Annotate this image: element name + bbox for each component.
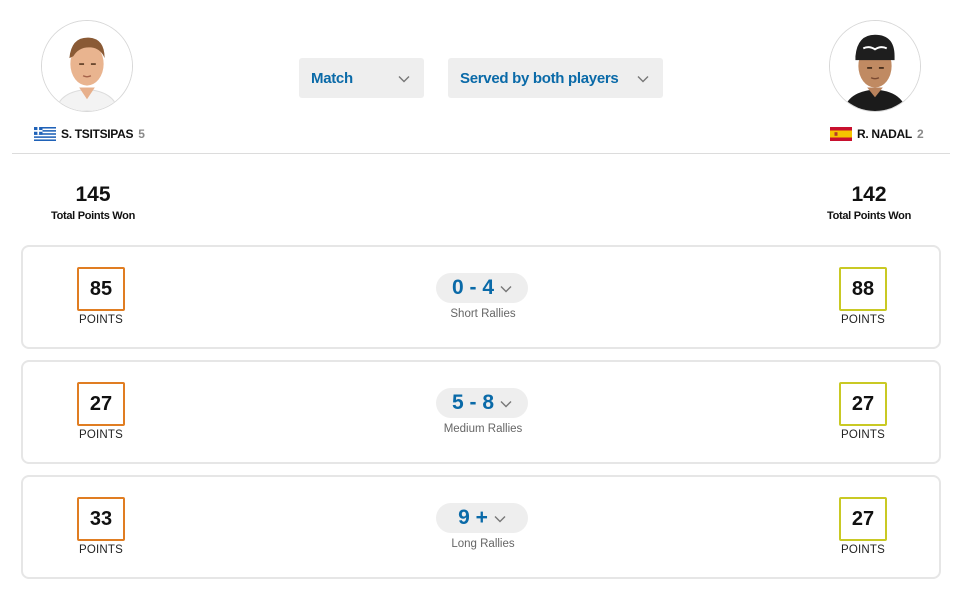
points-caption: POINTS (78, 429, 123, 441)
player-name-left: S. TSITSIPAS (61, 127, 134, 141)
chevron-down-icon (500, 400, 512, 408)
rally-points-right: 27 POINTS (828, 497, 898, 556)
player-seed-left: 5 (138, 127, 145, 141)
chevron-down-icon (494, 515, 506, 523)
rally-range-label: 9 + (458, 506, 488, 529)
points-caption: POINTS (78, 314, 123, 326)
rally-category-name: Short Rallies (450, 308, 516, 320)
rally-category-name: Long Rallies (451, 538, 515, 550)
server-filter-label: Served by both players (460, 69, 619, 87)
player-label-right: R. NADAL 2 (830, 126, 924, 142)
player-name-right: R. NADAL (857, 127, 912, 141)
rally-range-label: 5 - 8 (451, 391, 495, 414)
points-caption: POINTS (840, 429, 885, 441)
header-divider (12, 153, 950, 154)
points-box-right: 27 (839, 497, 887, 541)
player-seed-right: 2 (916, 127, 924, 141)
server-filter-dropdown[interactable]: Served by both players (448, 58, 663, 98)
rally-range-label: 0 - 4 (451, 276, 495, 299)
rally-range-dropdown[interactable]: 0 - 4 (436, 273, 528, 303)
greece-flag-icon (34, 127, 56, 141)
rally-points-left: 27 POINTS (66, 382, 136, 441)
rally-points-left: 85 POINTS (66, 267, 136, 326)
points-caption: POINTS (840, 314, 885, 326)
total-points-label-left: Total Points Won (50, 210, 135, 222)
player-label-left: S. TSITSIPAS 5 (34, 126, 145, 142)
spain-flag-icon (830, 127, 852, 141)
rally-card-medium: 27 POINTS 5 - 8 Medium Rallies 27 POINTS (21, 360, 941, 464)
rally-points-right: 27 POINTS (828, 382, 898, 441)
chevron-down-icon (637, 75, 649, 83)
total-points-value-left: 145 (75, 183, 111, 206)
rally-points-left: 33 POINTS (66, 497, 136, 556)
match-scope-dropdown[interactable]: Match (299, 58, 424, 98)
match-scope-label: Match (311, 69, 353, 87)
points-caption: POINTS (78, 544, 123, 556)
points-box-left: 27 (77, 382, 125, 426)
rally-card-short: 85 POINTS 0 - 4 Short Rallies 88 POINTS (21, 245, 941, 349)
total-points-label-right: Total Points Won (826, 210, 911, 222)
player-photo-tsitsipas (41, 20, 133, 112)
points-box-right: 27 (839, 382, 887, 426)
total-points-value-right: 142 (851, 183, 887, 206)
rally-points-right: 88 POINTS (828, 267, 898, 326)
chevron-down-icon (500, 285, 512, 293)
points-box-left: 85 (77, 267, 125, 311)
rally-range-dropdown[interactable]: 9 + (436, 503, 528, 533)
total-points-left: 145 Total Points Won (33, 182, 153, 222)
points-box-right: 88 (839, 267, 887, 311)
player-photo-nadal (829, 20, 921, 112)
rally-category-name: Medium Rallies (443, 423, 523, 435)
chevron-down-icon (398, 75, 410, 83)
rally-card-long: 33 POINTS 9 + Long Rallies 27 POINTS (21, 475, 941, 579)
rally-range-dropdown[interactable]: 5 - 8 (436, 388, 528, 418)
points-box-left: 33 (77, 497, 125, 541)
points-caption: POINTS (840, 544, 885, 556)
total-points-right: 142 Total Points Won (809, 182, 929, 222)
